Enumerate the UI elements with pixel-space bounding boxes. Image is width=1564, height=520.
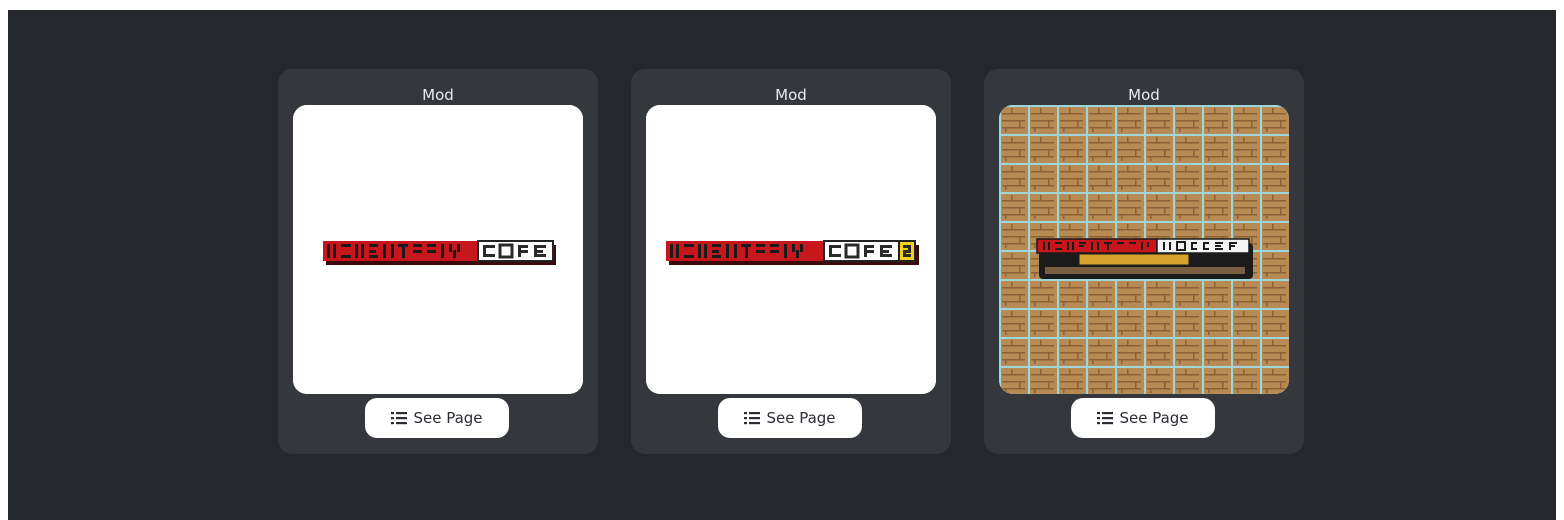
logo-image <box>646 105 936 394</box>
see-page-button[interactable]: See Page <box>1071 398 1215 438</box>
momentariy-core-logo[interactable] <box>293 105 583 394</box>
momentariy-modder-logo[interactable] <box>999 105 1289 394</box>
mod-type-label: Mod <box>775 86 807 104</box>
see-page-label: See Page <box>766 409 836 427</box>
see-page-label: See Page <box>413 409 483 427</box>
mod-card-list: Mod See Page Mod See Page Mod See Page <box>278 69 1304 454</box>
momentariy-core2-logo[interactable] <box>646 105 936 394</box>
see-page-label: See Page <box>1119 409 1189 427</box>
logo-image <box>293 105 583 394</box>
logo-image <box>999 105 1289 394</box>
list-icon <box>391 411 408 425</box>
mod-card: Mod See Page <box>278 69 598 454</box>
page-background: Mod See Page Mod See Page Mod See Page <box>8 10 1556 520</box>
mod-type-label: Mod <box>422 86 454 104</box>
mod-type-label: Mod <box>1128 86 1160 104</box>
see-page-button[interactable]: See Page <box>718 398 862 438</box>
mod-card: Mod See Page <box>984 69 1304 454</box>
list-icon <box>1097 411 1114 425</box>
see-page-button[interactable]: See Page <box>365 398 509 438</box>
list-icon <box>744 411 761 425</box>
mod-card: Mod See Page <box>631 69 951 454</box>
